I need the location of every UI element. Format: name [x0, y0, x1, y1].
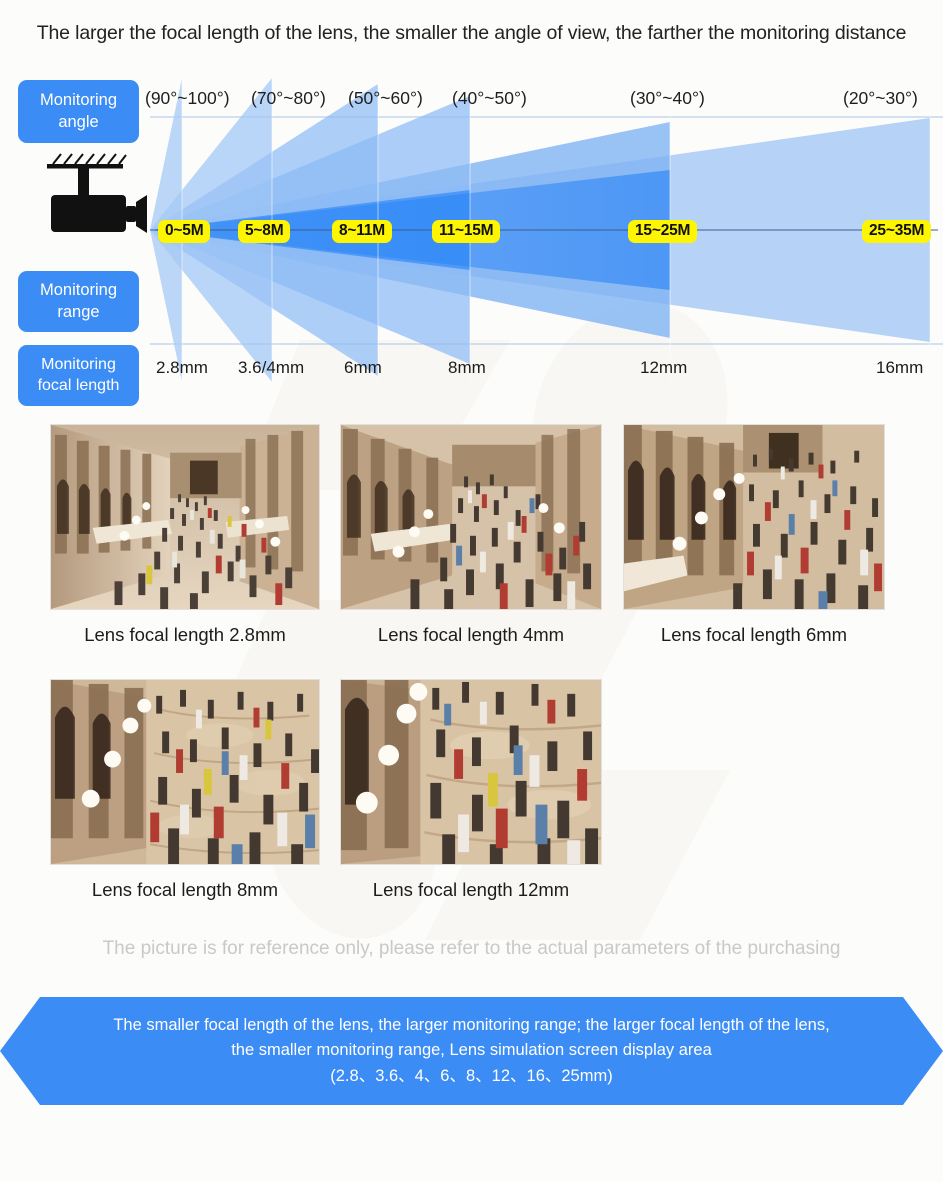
- angle-label-2.8mm: (90°~100°): [145, 88, 230, 108]
- range-pill-11-15M: 11~15M: [432, 220, 501, 243]
- photo-item-4mm: Lens focal length 4mm: [340, 424, 602, 646]
- range-pill-8-11M: 8~11M: [332, 220, 392, 243]
- label-monitoring-focal-length: Monitoring focal length: [18, 345, 139, 406]
- photo-caption-12mm: Lens focal length 12mm: [372, 879, 570, 900]
- photo-thumbnail-6mm: [623, 424, 885, 610]
- disclaimer-text: The picture is for reference only, pleas…: [102, 938, 841, 959]
- banner-text-group: The smaller focal length of the lens, th…: [60, 997, 883, 1105]
- range-pill-0-5M: 0~5M: [158, 220, 211, 243]
- gallery-row-2: Lens focal length 8mm Lens focal length …: [0, 679, 943, 934]
- angle-label-8mm: (40°~50°): [452, 88, 527, 108]
- label-monitoring-range: Monitoring range: [18, 271, 139, 332]
- label-monitoring-range-line2: range: [57, 302, 100, 321]
- photo-item-12mm: Lens focal length 12mm: [340, 679, 602, 901]
- angle-label-16mm: (20°~30°): [843, 88, 918, 108]
- gallery-row-1: Lens focal length 2.8mm Lens focal lengt…: [0, 424, 943, 679]
- banner-line-2: the smaller monitoring range, Lens simul…: [231, 1041, 712, 1060]
- focal-label-8mm: 8mm: [448, 358, 486, 377]
- summary-banner: The smaller focal length of the lens, th…: [0, 997, 943, 1105]
- photo-thumbnail-12mm: [340, 679, 602, 865]
- label-monitoring-focal-line2: focal length: [37, 376, 120, 394]
- angle-label-12mm: (30°~40°): [630, 88, 705, 108]
- focal-label-2.8mm: 2.8mm: [156, 358, 208, 377]
- label-monitoring-focal-line1: Monitoring: [41, 356, 116, 374]
- range-pill-25-35M: 25~35M: [862, 220, 932, 243]
- label-monitoring-angle-line1: Monitoring: [39, 91, 118, 110]
- range-pill-15-25M: 15~25M: [628, 220, 698, 243]
- banner-line-3: (2.8、3.6、4、6、8、12、16、25mm): [330, 1066, 613, 1085]
- focal-label-16mm: 16mm: [876, 358, 924, 377]
- label-monitoring-range-line1: Monitoring: [39, 281, 118, 300]
- photo-item-8mm: Lens focal length 8mm: [50, 679, 320, 901]
- cctv-camera-icon: [47, 153, 147, 233]
- label-monitoring-angle-line2: angle: [58, 112, 99, 131]
- label-monitoring-angle: Monitoring angle: [18, 80, 139, 143]
- photo-caption-4mm: Lens focal length 4mm: [377, 624, 565, 645]
- photo-caption-6mm: Lens focal length 6mm: [660, 624, 848, 645]
- photo-item-6mm: Lens focal length 6mm: [623, 424, 885, 646]
- photo-thumbnail-4mm: [340, 424, 602, 610]
- range-pill-5-8M: 5~8M: [238, 220, 291, 243]
- focal-label-6mm: 6mm: [344, 358, 382, 377]
- photo-thumbnail-8mm: [50, 679, 320, 865]
- page-title: The larger the focal length of the lens,…: [36, 22, 907, 44]
- photo-caption-2.8mm: Lens focal length 2.8mm: [84, 624, 286, 645]
- photo-thumbnail-2.8mm: [50, 424, 320, 610]
- photo-item-2.8mm: Lens focal length 2.8mm: [50, 424, 320, 646]
- infographic-root: The larger the focal length of the lens,…: [0, 0, 943, 1182]
- angle-label-4mm: (70°~80°): [251, 88, 326, 108]
- photo-gallery: Lens focal length 2.8mm Lens focal lengt…: [0, 424, 943, 934]
- banner-line-1: The smaller focal length of the lens, th…: [113, 1015, 830, 1034]
- photo-caption-8mm: Lens focal length 8mm: [91, 879, 279, 900]
- angle-label-6mm: (50°~60°): [348, 88, 423, 108]
- focal-label-12mm: 12mm: [640, 358, 688, 377]
- focal-label-3.6-4mm: 3.6/4mm: [238, 358, 305, 377]
